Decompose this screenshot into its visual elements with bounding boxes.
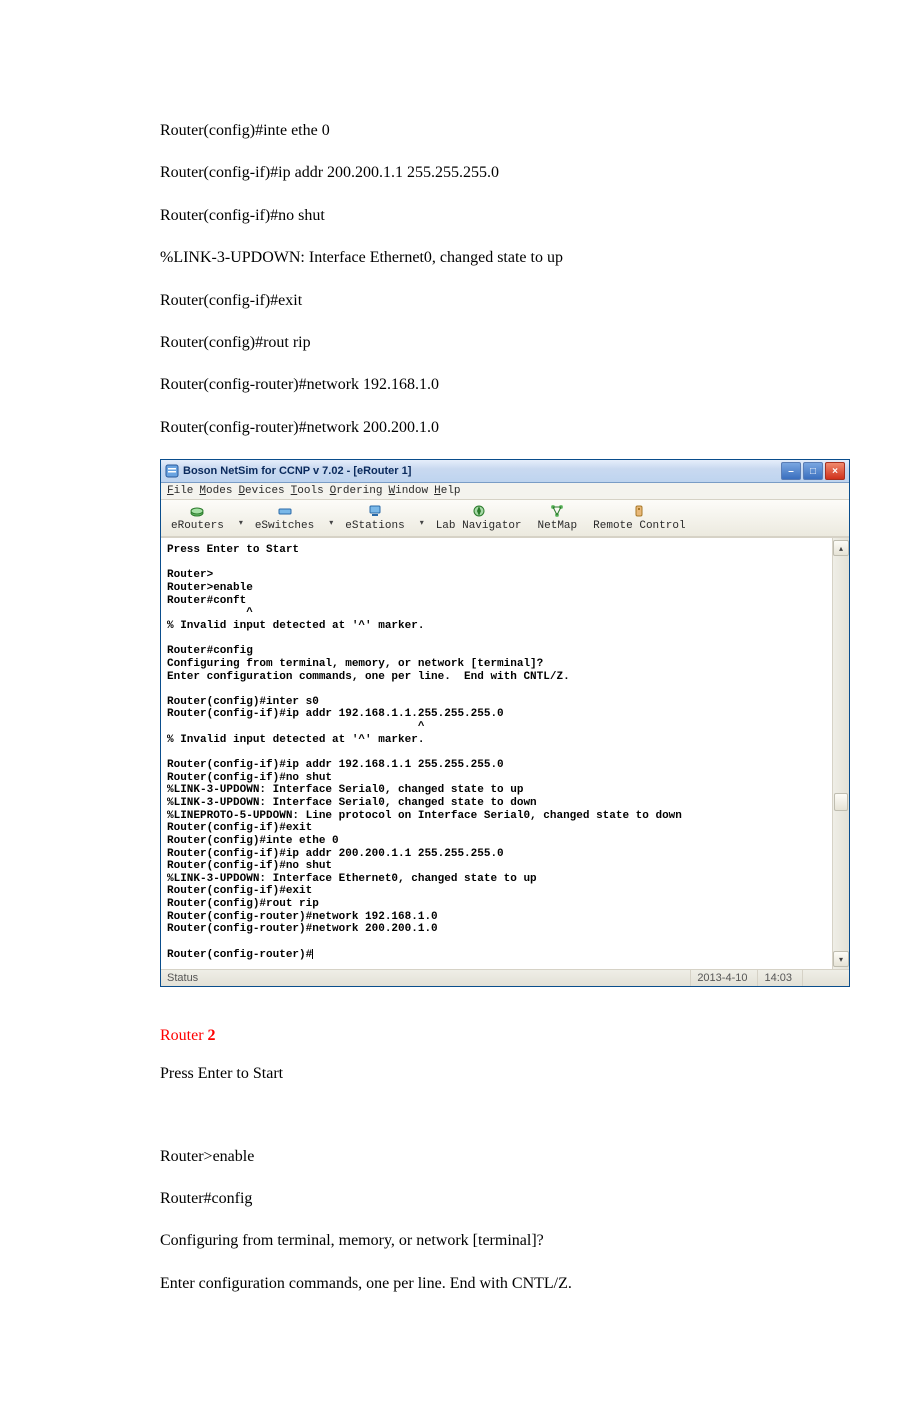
doc-line: Router(config-if)#no shut <box>160 205 760 227</box>
minimize-button[interactable]: – <box>781 462 801 480</box>
doc-line: Router>enable <box>160 1146 760 1168</box>
dropdown-arrow-icon[interactable]: ▾ <box>329 518 333 528</box>
menu-file[interactable]: File <box>167 485 193 497</box>
app-icon <box>165 464 179 478</box>
doc-line: Router(config)#rout rip <box>160 332 760 354</box>
app-window: Boson NetSim for CCNP v 7.02 - [eRouter … <box>160 459 850 987</box>
status-time: 14:03 <box>758 970 803 986</box>
toolbar: eRouters ▾ eSwitches ▾ eStations ▾ Lab N… <box>161 500 849 537</box>
router-icon <box>189 503 205 519</box>
menu-modes[interactable]: Modes <box>199 485 232 497</box>
menu-tools[interactable]: Tools <box>291 485 324 497</box>
doc-line: Router(config-router)#network 200.200.1.… <box>160 417 760 439</box>
router2-heading: Router 2 <box>160 1027 760 1045</box>
doc-line: Press Enter to Start <box>160 1063 760 1085</box>
dropdown-arrow-icon[interactable]: ▾ <box>420 518 424 528</box>
status-label: Status <box>161 970 691 986</box>
titlebar[interactable]: Boson NetSim for CCNP v 7.02 - [eRouter … <box>161 460 849 483</box>
remote-icon <box>631 503 647 519</box>
doc-line: Router(config)#inte ethe 0 <box>160 120 760 142</box>
statusbar: Status 2013-4-10 14:03 <box>161 969 849 986</box>
toolbar-eswitches[interactable]: eSwitches <box>251 503 318 532</box>
scrollbar[interactable]: ▴ ▾ <box>832 538 849 969</box>
toolbar-erouters[interactable]: eRouters <box>167 503 228 532</box>
toolbar-remote-control[interactable]: Remote Control <box>589 503 689 532</box>
doc-line <box>160 1106 760 1126</box>
close-button[interactable]: × <box>825 462 845 480</box>
scroll-thumb[interactable] <box>834 793 848 811</box>
station-icon <box>367 503 383 519</box>
toolbar-netmap[interactable]: NetMap <box>534 503 582 532</box>
doc-line: Enter configuration commands, one per li… <box>160 1273 760 1295</box>
navigator-icon <box>471 503 487 519</box>
netmap-icon <box>549 503 565 519</box>
status-spacer <box>803 970 849 986</box>
menubar: File Modes Devices Tools Ordering Window… <box>161 483 849 500</box>
scroll-down-button[interactable]: ▾ <box>833 951 849 967</box>
switch-icon <box>277 503 293 519</box>
dropdown-arrow-icon[interactable]: ▾ <box>239 518 243 528</box>
doc-line: %LINK-3-UPDOWN: Interface Ethernet0, cha… <box>160 247 760 269</box>
window-title: Boson NetSim for CCNP v 7.02 - [eRouter … <box>183 465 781 477</box>
menu-window[interactable]: Window <box>389 485 429 497</box>
terminal-cursor <box>312 949 313 959</box>
toolbar-lab-navigator[interactable]: Lab Navigator <box>432 503 526 532</box>
terminal-output[interactable]: Press Enter to Start Router> Router>enab… <box>161 538 832 969</box>
doc-line: Router(config-router)#network 192.168.1.… <box>160 374 760 396</box>
menu-ordering[interactable]: Ordering <box>330 485 383 497</box>
status-date: 2013-4-10 <box>691 970 758 986</box>
maximize-button[interactable]: □ <box>803 462 823 480</box>
scroll-up-button[interactable]: ▴ <box>833 540 849 556</box>
menu-help[interactable]: Help <box>434 485 460 497</box>
toolbar-estations[interactable]: eStations <box>341 503 408 532</box>
doc-line: Router(config-if)#exit <box>160 290 760 312</box>
doc-line: Router(config-if)#ip addr 200.200.1.1 25… <box>160 162 760 184</box>
menu-devices[interactable]: Devices <box>238 485 284 497</box>
doc-line: Configuring from terminal, memory, or ne… <box>160 1230 760 1252</box>
scroll-track[interactable] <box>833 556 849 951</box>
doc-line: Router#config <box>160 1188 760 1210</box>
